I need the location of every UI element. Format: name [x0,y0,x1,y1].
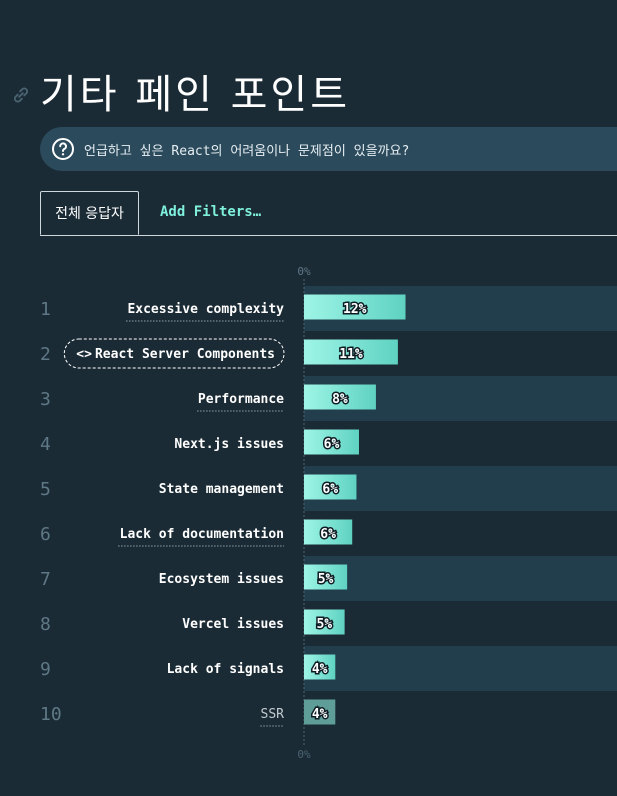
page-title: 기타 페인 포인트 [40,72,351,118]
tab-all-respondents[interactable]: 전체 응답자 [40,191,139,235]
category-label: State management [159,482,284,497]
row-band [304,646,617,691]
category-label: Vercel issues [182,617,284,632]
data-label: 4% [312,707,328,722]
category-label: Lack of documentation [120,527,284,542]
rank-number: 1 [40,299,51,320]
rank-number: 4 [40,434,51,455]
filter-tabs: 전체 응답자 Add Filters… [40,191,617,236]
rank-number: 7 [40,569,51,590]
question-circle-icon [52,138,74,160]
rank-number: 2 [40,344,51,365]
data-label: 5% [318,572,334,587]
data-label: 6% [320,527,336,542]
x-tick-label-top: 0% [297,265,311,278]
data-label: 11% [339,347,363,362]
link-icon[interactable] [10,84,32,106]
data-label: 12% [343,302,367,317]
category-label: React Server Components [95,347,275,362]
category-label: Excessive complexity [127,302,284,317]
data-label: 5% [316,617,332,632]
rank-number: 5 [40,479,51,500]
title-row: 기타 페인 포인트 [0,62,617,122]
bar-chart: 0% 0% 1 Excessive complexity 12% 2 <> React Ser… [40,265,617,761]
category-label: Ecosystem issues [159,572,284,587]
x-tick-label-bottom: 0% [297,748,311,761]
category-label: Performance [198,392,284,407]
rank-number: 9 [40,659,51,680]
rank-number: 6 [40,524,51,545]
rank-number: 3 [40,389,51,410]
data-label: 8% [332,392,348,407]
row-band [304,556,617,601]
code-brackets-icon: <> [76,347,92,362]
rank-number: 8 [40,614,51,635]
rank-number: 10 [40,704,62,725]
category-label: Lack of signals [167,662,284,677]
data-label: 4% [312,662,328,677]
tabs-baseline [40,235,617,236]
category-label: Next.js issues [174,437,284,452]
question-text: 언급하고 싶은 React의 어려움이나 문제점이 있을까요? [84,144,410,159]
question-banner: 언급하고 싶은 React의 어려움이나 문제점이 있을까요? [40,127,617,171]
data-label: 6% [322,482,338,497]
data-label: 6% [324,437,340,452]
add-filters-button[interactable]: Add Filters… [160,204,261,220]
category-label: SSR [261,707,285,722]
